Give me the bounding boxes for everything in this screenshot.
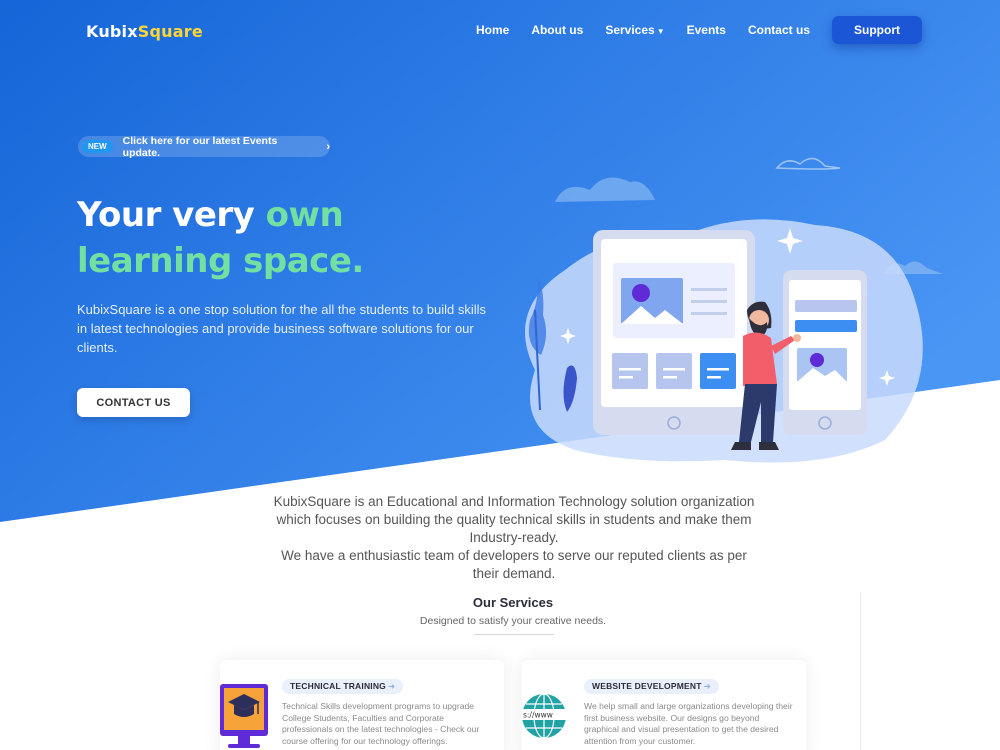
hero-illustration (525, 157, 943, 463)
headline-white: Your very (77, 195, 266, 235)
headline-green-2: learning space. (77, 241, 364, 281)
support-button[interactable]: Support (832, 16, 922, 44)
services-title: Our Services (472, 595, 554, 610)
website-development-description: We help small and large organizations de… (584, 701, 793, 746)
brand-logo[interactable]: KubixSquare (86, 22, 203, 41)
nav-contact-link[interactable]: Contact us (748, 23, 810, 37)
nav-events-link[interactable]: Events (687, 23, 726, 37)
chevron-right-icon: › (326, 140, 330, 153)
service-card-website-development[interactable]: s://www WEBSITE DEVELOPMENT ➜ We help sma… (522, 660, 806, 750)
announcement-banner[interactable]: NEW Click here for our latest Events upd… (78, 134, 330, 159)
nav-home-link[interactable]: Home (476, 23, 509, 37)
nav-services-dropdown[interactable]: Services ▼ (605, 23, 664, 37)
arrow-right-icon: ➜ (388, 681, 396, 691)
nav-services-label: Services (605, 23, 655, 37)
about-text-2: We have a enthusiastic team of developer… (281, 548, 747, 581)
hero-description: KubixSquare is a one stop solution for t… (77, 302, 487, 355)
brand-logo-part1: Kubix (86, 22, 138, 41)
url-prefix-text: s://www (523, 711, 553, 720)
about-text-1: KubixSquare is an Educational and Inform… (273, 494, 755, 545)
contact-us-button[interactable]: CONTACT US (77, 388, 190, 417)
technical-training-description: Technical Skills development programs to… (282, 701, 480, 746)
technical-training-label: TECHNICAL TRAINING (290, 681, 386, 691)
services-divider (474, 634, 554, 635)
arrow-right-icon: ➜ (703, 681, 711, 691)
new-badge: NEW (82, 140, 113, 153)
caret-down-icon: ▼ (656, 27, 665, 36)
graduation-monitor-icon (220, 684, 268, 748)
brand-logo-part2: Square (137, 22, 203, 41)
announcement-text: Click here for our latest Events update. (122, 134, 278, 159)
hero-headline: Your very own learning space. (77, 192, 364, 284)
nav-links: Home About us Services ▼ Events Contact u… (476, 16, 922, 44)
website-development-label: WEBSITE DEVELOPMENT (592, 681, 702, 691)
headline-green-1: own (265, 195, 344, 235)
service-card-technical-training[interactable]: TECHNICAL TRAINING ➜ Technical Skills dev… (220, 660, 504, 750)
nav-about-link[interactable]: About us (531, 23, 583, 37)
website-development-tag[interactable]: WEBSITE DEVELOPMENT ➜ (584, 679, 719, 694)
navbar: KubixSquare Home About us Services ▼ Even… (0, 0, 1000, 62)
about-section: KubixSquare is an Educational and Inform… (270, 493, 758, 583)
globe-icon: s://www (522, 693, 566, 739)
services-subtitle: Designed to satisfy your creative needs. (419, 615, 607, 627)
technical-training-tag[interactable]: TECHNICAL TRAINING ➜ (282, 679, 404, 694)
